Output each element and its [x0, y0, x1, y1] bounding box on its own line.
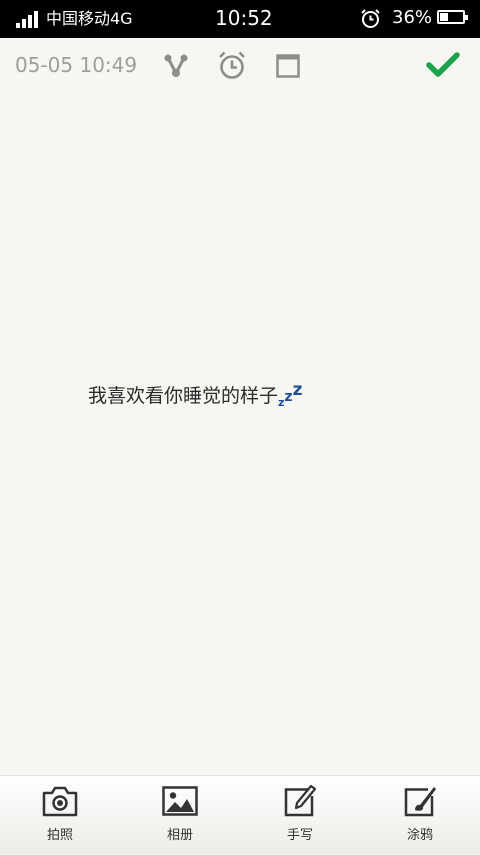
checkmark-icon[interactable]: [424, 48, 462, 82]
doodle-button[interactable]: 涂鸦: [360, 776, 480, 855]
gallery-label: 相册: [166, 828, 193, 843]
signal-strength-icon: [16, 11, 38, 28]
doodle-icon: [401, 784, 439, 818]
note-date: 05-05 10:49: [15, 53, 138, 77]
note-text-body: 我喜欢看你睡觉的样子: [88, 385, 279, 407]
note-text[interactable]: 我喜欢看你睡觉的样子zzz: [88, 377, 302, 416]
note-toolbar: 05-05 10:49: [0, 38, 480, 94]
note-content[interactable]: 我喜欢看你睡觉的样子zzz: [0, 94, 480, 775]
camera-button[interactable]: 拍照: [0, 776, 120, 855]
handwrite-icon: [281, 784, 319, 818]
battery-icon: [437, 10, 468, 24]
status-time: 10:52: [215, 6, 273, 30]
sleeping-zzz-emoji: zzz: [278, 380, 303, 409]
alarm-icon[interactable]: [216, 50, 248, 82]
battery-percent: 36%: [392, 7, 433, 28]
bottom-toolbar: 拍照 相册 手写 涂鸦: [0, 775, 480, 854]
alarm-status-icon: [360, 8, 381, 29]
doodle-label: 涂鸦: [406, 828, 433, 843]
gallery-button[interactable]: 相册: [120, 776, 240, 855]
camera-icon: [41, 784, 79, 818]
carrier-name: 中国移动4G: [46, 9, 133, 28]
status-bar: 中国移动4G 10:52 36%: [0, 0, 480, 38]
handwrite-button[interactable]: 手写: [240, 776, 360, 855]
camera-label: 拍照: [46, 828, 73, 843]
note-color-icon[interactable]: [272, 50, 304, 82]
battery-fill: [440, 13, 448, 21]
gallery-icon: [161, 784, 199, 818]
share-icon[interactable]: [160, 50, 192, 82]
handwrite-label: 手写: [286, 828, 313, 843]
